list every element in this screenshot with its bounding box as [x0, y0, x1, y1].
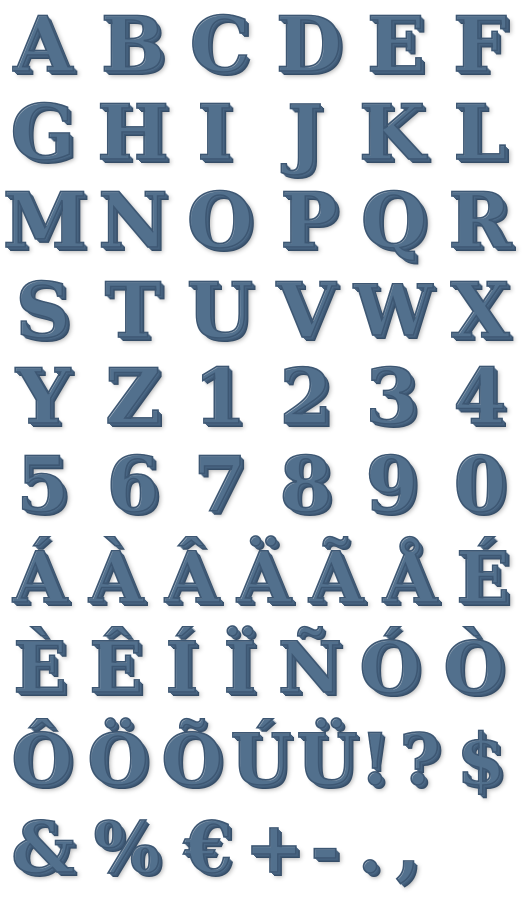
glyph-tile: Ï	[210, 620, 270, 716]
glyph-tile: Ä	[228, 530, 300, 626]
glyph-tile: .	[352, 800, 388, 896]
glyph-row: M N O P Q R	[0, 176, 525, 266]
glyph-tile: 9	[352, 440, 432, 530]
glyph-tile: Ô	[4, 712, 80, 808]
glyph-tile: 6	[93, 440, 173, 530]
glyph-tile: 5	[3, 440, 83, 530]
glyph-tile: Â	[156, 530, 228, 626]
glyph-tile: L	[440, 88, 520, 178]
glyph-tile: F	[440, 0, 520, 90]
glyph-tile: Á	[4, 530, 76, 626]
glyph-tile: È	[4, 620, 76, 716]
glyph-tile: É	[446, 530, 520, 626]
glyph-tile: ,	[390, 800, 426, 896]
glyph-tile: M	[2, 176, 88, 265]
glyph-tile: Ñ	[272, 620, 348, 716]
glyph-tile: D	[269, 0, 349, 90]
glyph-tile: X	[440, 266, 520, 356]
glyph-tile: -	[302, 800, 348, 896]
glyph-tile: Í	[152, 620, 212, 716]
glyph-tile: $	[448, 712, 514, 808]
glyph-tile: Ü	[292, 712, 362, 808]
glyph-tile: 8	[266, 440, 346, 530]
glyph-row: 5 6 7 8 9 0	[0, 440, 525, 530]
glyph-tile: G	[3, 88, 83, 178]
glyph-tile: Ã	[300, 530, 372, 626]
glyph-tile: N	[93, 176, 173, 266]
glyph-tile: O	[180, 176, 260, 266]
glyph-tile: Q	[352, 176, 436, 266]
glyph-tile: +	[244, 800, 304, 896]
glyph-tile: W	[348, 266, 438, 356]
glyph-tile: Õ	[154, 712, 230, 808]
glyph-row: S T U V W X	[0, 266, 525, 356]
glyph-tile: U	[180, 266, 260, 356]
glyph-tile: Z	[93, 352, 173, 442]
glyph-tile: ?	[392, 712, 448, 808]
glyph-tile: K	[352, 88, 432, 178]
glyph-tile: J	[265, 88, 345, 178]
glyph-tile: Ò	[434, 620, 514, 716]
glyph-tile: %	[84, 800, 170, 896]
glyph-tile: Ê	[80, 620, 152, 716]
glyph-tile: 0	[440, 440, 520, 530]
glyph-tile: B	[93, 0, 173, 90]
glyph-tile: Å	[374, 530, 446, 626]
glyph-tile: H	[93, 88, 173, 178]
glyph-row: Y Z 1 2 3 4	[0, 352, 525, 442]
glyph-tile: S	[3, 266, 83, 356]
glyph-tile: !	[359, 712, 391, 808]
glyph-tile: 2	[266, 352, 346, 442]
glyph-tile: P	[269, 176, 349, 266]
glyph-row: È Ê Í Ï Ñ Ó Ò	[0, 620, 525, 716]
glyph-tile: C	[180, 0, 260, 90]
glyph-row: Ô Ö Õ Ú Ü ! ? $	[0, 712, 525, 808]
glyph-tile: E	[356, 0, 436, 90]
glyph-tile: Ú	[226, 712, 296, 808]
glyph-tile: I	[180, 88, 250, 178]
glyph-row: G H I J K L	[0, 88, 525, 178]
glyph-row: A B C D E F	[0, 0, 525, 90]
glyph-tile: 3	[352, 352, 432, 442]
glyph-tile: T	[93, 266, 173, 356]
glyph-tile: &	[4, 800, 82, 896]
glyph-row: Á À Â Ä Ã Å É	[0, 530, 525, 626]
glyph-tile: R	[440, 176, 520, 266]
glyph-tile: Y	[3, 352, 83, 442]
glyph-tile: À	[80, 530, 152, 626]
glyph-tile: 1	[180, 352, 260, 442]
glyph-tile: 4	[440, 352, 520, 442]
glyph-sheet: A B C D E F G H I J K L M N O P Q R S T …	[0, 0, 525, 900]
glyph-tile: Ó	[350, 620, 430, 716]
glyph-tile: V	[266, 266, 346, 356]
glyph-row: & % € + - . ,	[0, 800, 525, 896]
glyph-tile: Ö	[80, 712, 156, 808]
glyph-tile: €	[170, 800, 246, 896]
glyph-tile: 7	[180, 440, 260, 530]
glyph-tile: A	[3, 0, 83, 90]
